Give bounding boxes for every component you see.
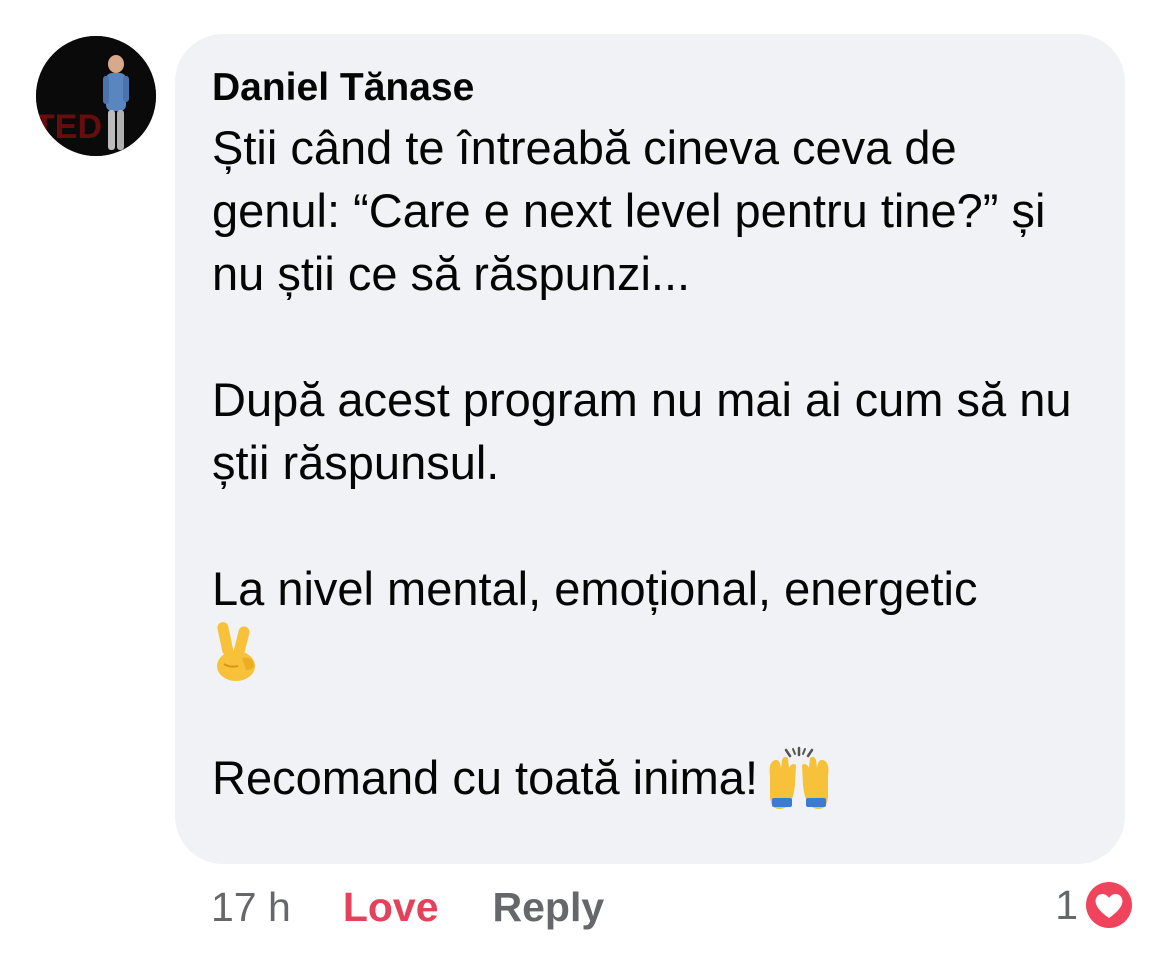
avatar[interactable]: TED	[36, 36, 156, 156]
comment-author[interactable]: Daniel Tănase	[212, 66, 1095, 110]
profile-photo: TED	[36, 36, 156, 156]
comment-bubble: Daniel Tănase Știi când te întreabă cine…	[175, 34, 1125, 864]
reply-button[interactable]: Reply	[493, 884, 605, 931]
love-button[interactable]: Love	[343, 884, 439, 931]
comment-paragraph: După acest program nu mai ai cum să nu ș…	[212, 373, 1072, 489]
svg-text:TED: TED	[36, 108, 102, 146]
comment-paragraph: La nivel mental, emoțional, energetic	[212, 562, 978, 615]
comment-paragraph: Știi când te întreabă cineva ceva de gen…	[212, 121, 1046, 300]
love-reaction-icon	[1083, 879, 1135, 931]
comment-message: Știi când te întreabă cineva ceva de gen…	[212, 116, 1095, 809]
comment-timestamp[interactable]: 17 h	[211, 884, 291, 931]
raising-hands-emoji	[769, 746, 829, 809]
reaction-count: 1	[1055, 881, 1078, 928]
reaction-summary[interactable]: 1	[1055, 878, 1136, 932]
victory-hand-emoji	[217, 622, 255, 681]
comment-paragraph: Recomand cu toată inima!	[212, 746, 1095, 809]
comment-actions: 17 h Love Reply	[211, 880, 604, 934]
